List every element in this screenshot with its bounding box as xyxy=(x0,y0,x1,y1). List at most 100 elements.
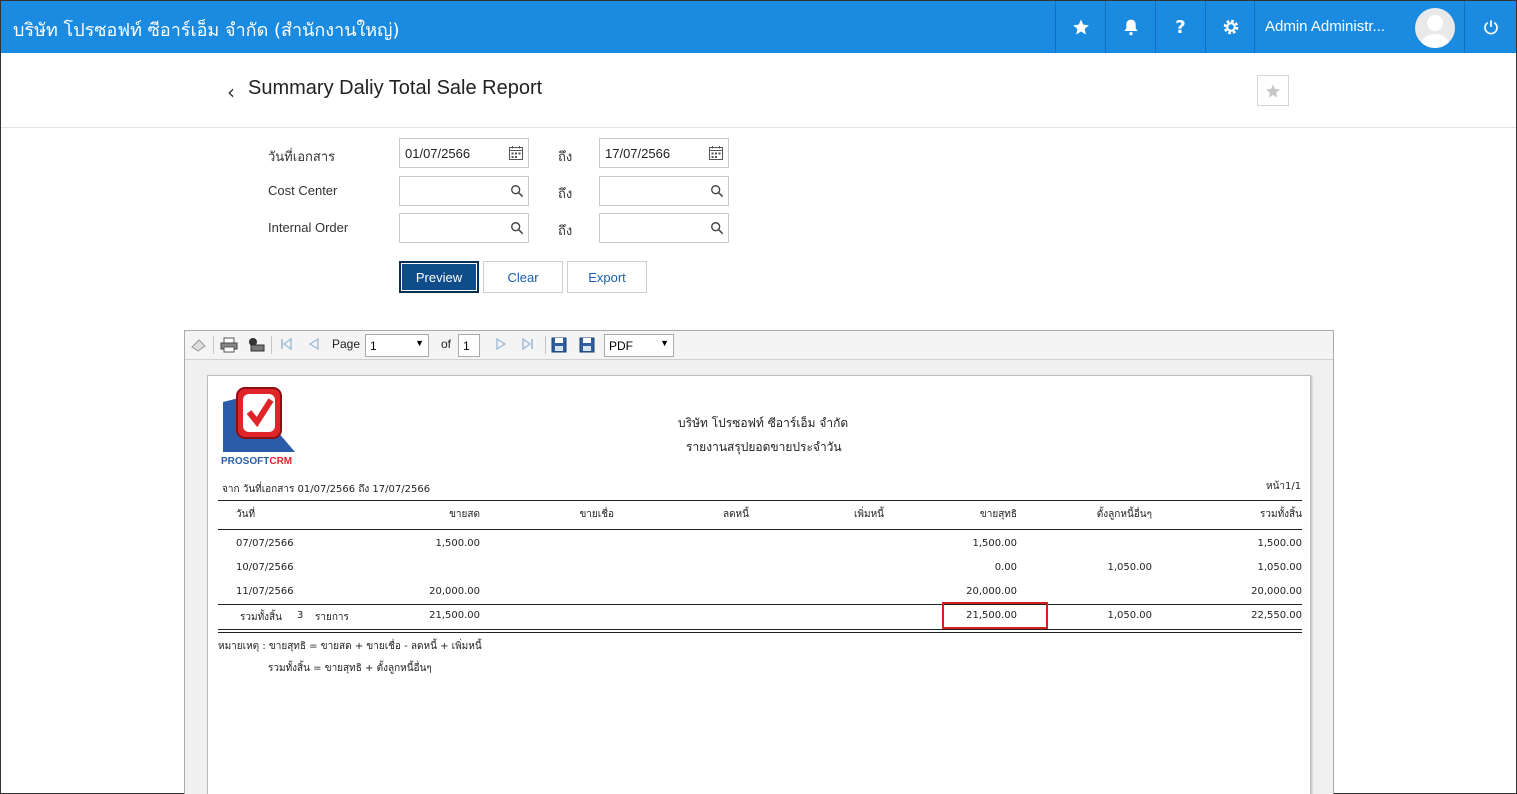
toolbar-separator xyxy=(213,336,214,354)
chevron-left-icon[interactable]: ‹ xyxy=(227,80,235,104)
col-header-grand-total: รวมทั้งสิ้น xyxy=(1260,509,1302,520)
col-header-date: วันที่ xyxy=(236,509,256,520)
toolbar-separator xyxy=(271,336,272,354)
power-icon xyxy=(1483,20,1498,35)
total-double-line xyxy=(218,632,1302,633)
search-icon[interactable] xyxy=(510,221,524,235)
note-line-1: หมายเหตุ : ขายสุทธิ = ขายสด + ขายเชื่อ -… xyxy=(218,641,482,652)
table-cell: 10/07/2566 xyxy=(236,562,294,573)
page-title: Summary Daliy Total Sale Report xyxy=(248,77,543,99)
to-label: ถึง xyxy=(558,223,573,238)
table-cell: 20,000.00 xyxy=(966,586,1017,597)
toolbar-separator xyxy=(545,336,546,354)
report-page-number: หน้า1/1 xyxy=(1266,481,1302,492)
table-cell: 1,500.00 xyxy=(1257,538,1302,549)
export-save-icon[interactable] xyxy=(579,337,595,353)
col-header-net-sale: ขายสุทธิ xyxy=(979,509,1017,520)
question-icon: ? xyxy=(1175,16,1186,38)
table-cell: 07/07/2566 xyxy=(236,538,294,549)
search-icon[interactable] xyxy=(510,184,524,198)
total-cash-sale: 21,500.00 xyxy=(429,610,480,621)
report-page: PROSOFTCRM บริษัท โปรซอฟท์ ซีอาร์เอ็ม จำ… xyxy=(207,375,1311,794)
company-name: บริษัท โปรซอฟท์ ซีอาร์เอ็ม จำกัด (สำนักง… xyxy=(13,20,400,41)
table-cell: 20,000.00 xyxy=(1251,586,1302,597)
logo-icon xyxy=(223,387,295,452)
col-header-cash-sale: ขายสด xyxy=(449,509,480,520)
export-format-value: PDF xyxy=(609,339,633,353)
date-to-value: 17/07/2566 xyxy=(605,146,671,161)
add-favorite-button[interactable] xyxy=(1257,75,1289,106)
export-format-select[interactable]: PDF ▼ xyxy=(604,334,674,357)
document-map-icon[interactable] xyxy=(190,337,208,353)
header-top-line xyxy=(218,500,1302,501)
search-icon[interactable] xyxy=(710,184,724,198)
note-line-2: รวมทั้งสิ้น = ขายสุทธิ + ตั้งลูกหนี้อื่น… xyxy=(268,663,432,674)
date-from-value: 01/07/2566 xyxy=(405,146,471,161)
bell-icon xyxy=(1123,19,1138,36)
settings-button[interactable] xyxy=(1205,1,1255,53)
star-icon xyxy=(1072,19,1089,35)
table-cell: 1,500.00 xyxy=(435,538,480,549)
logo-text-crm: CRM xyxy=(269,456,293,467)
of-label: of xyxy=(441,337,452,351)
dropdown-arrow-icon: ▼ xyxy=(415,338,424,348)
date-to-field[interactable]: 17/07/2566 xyxy=(599,138,729,168)
total-label: รวมทั้งสิ้น xyxy=(240,612,282,623)
total-bottom-line xyxy=(218,629,1302,630)
doc-date-label: วันที่เอกสาร xyxy=(268,149,336,164)
table-cell: 0.00 xyxy=(994,562,1017,573)
cost-center-to-field[interactable] xyxy=(599,176,729,206)
favorites-button[interactable] xyxy=(1055,1,1105,53)
highlight-box xyxy=(942,602,1048,629)
logo-text-prosoft: PROSOFT xyxy=(221,456,270,467)
cost-center-from-field[interactable] xyxy=(399,176,529,206)
total-pages: 1 xyxy=(458,334,480,357)
last-page-icon[interactable] xyxy=(521,337,535,351)
to-label: ถึง xyxy=(558,149,573,164)
to-label: ถึง xyxy=(558,186,573,201)
preview-button[interactable]: Preview xyxy=(399,261,479,293)
internal-order-from-field[interactable] xyxy=(399,213,529,243)
logout-button[interactable] xyxy=(1464,1,1516,53)
internal-order-to-field[interactable] xyxy=(599,213,729,243)
help-button[interactable]: ? xyxy=(1155,1,1205,53)
first-page-icon[interactable] xyxy=(279,337,293,351)
total-unit: รายการ xyxy=(315,612,349,623)
export-button[interactable]: Export xyxy=(567,261,647,293)
page-label: Page xyxy=(332,337,361,351)
user-name: Admin Administr... xyxy=(1265,18,1386,35)
total-count: 3 xyxy=(297,610,304,621)
next-page-icon[interactable] xyxy=(494,337,508,351)
report-company: บริษัท โปรซอฟท์ ซีอาร์เอ็ม จำกัด xyxy=(678,416,849,430)
col-header-other-receivable: ตั้งลูกหนี้อื่นๆ xyxy=(1096,509,1152,520)
notifications-button[interactable] xyxy=(1105,1,1155,53)
company-logo: PROSOFTCRM xyxy=(221,386,301,467)
table-cell: 1,050.00 xyxy=(1107,562,1152,573)
previous-page-icon[interactable] xyxy=(307,337,321,351)
page-select-value: 1 xyxy=(370,339,377,353)
report-viewer: Page 1 ▼ of 1 PDF ▼ PROSOFTCRM บริษัท โป… xyxy=(184,330,1334,794)
user-menu[interactable]: Admin Administr... xyxy=(1254,1,1464,53)
col-header-credit-sale: ขายเชื่อ xyxy=(579,509,614,520)
date-from-field[interactable]: 01/07/2566 xyxy=(399,138,529,168)
top-bar: บริษัท โปรซอฟท์ ซีอาร์เอ็ม จำกัด (สำนักง… xyxy=(1,1,1516,53)
title-row: ‹ Summary Daliy Total Sale Report xyxy=(1,53,1516,128)
calendar-icon[interactable] xyxy=(508,145,524,161)
total-grand-total: 22,550.00 xyxy=(1251,610,1302,621)
calendar-icon[interactable] xyxy=(708,145,724,161)
table-cell: 1,050.00 xyxy=(1257,562,1302,573)
search-icon[interactable] xyxy=(710,221,724,235)
col-header-debit-note: เพิ่มหนี้ xyxy=(853,509,884,520)
total-top-line xyxy=(218,604,1302,605)
avatar xyxy=(1415,8,1455,48)
save-icon[interactable] xyxy=(551,337,567,353)
clear-button[interactable]: Clear xyxy=(483,261,563,293)
print-setup-icon[interactable] xyxy=(247,337,265,353)
total-other-receivable: 1,050.00 xyxy=(1107,610,1152,621)
table-cell: 11/07/2566 xyxy=(236,586,294,597)
star-icon xyxy=(1266,83,1280,98)
page-select[interactable]: 1 ▼ xyxy=(365,334,429,357)
print-icon[interactable] xyxy=(220,337,238,353)
report-range: จาก วันที่เอกสาร 01/07/2566 ถึง 17/07/25… xyxy=(222,484,431,495)
header-bottom-line xyxy=(218,529,1302,530)
